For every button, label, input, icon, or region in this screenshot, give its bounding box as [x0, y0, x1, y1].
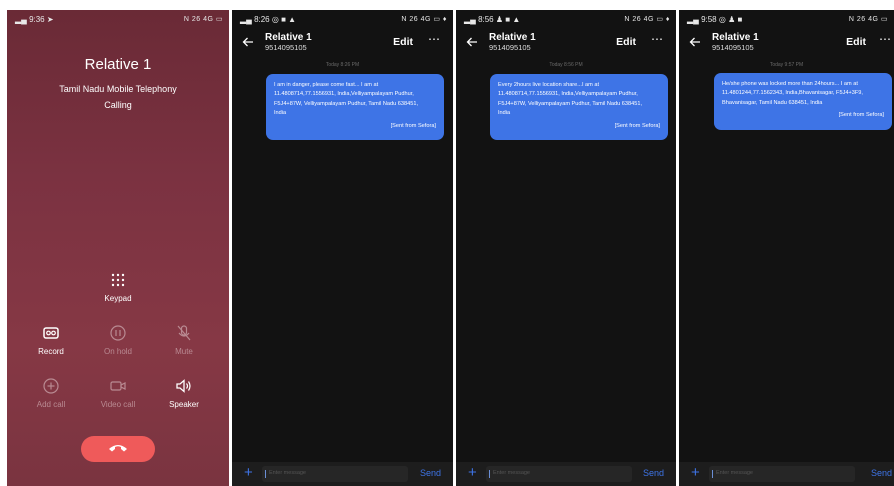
message-timestamp: Today 9:57 PM	[769, 62, 804, 68]
message-input[interactable]: Enter message	[262, 466, 408, 482]
add-call-label: Add call	[36, 400, 66, 409]
keypad-icon	[111, 273, 125, 287]
input-bar: + Enter message Send	[679, 462, 894, 486]
message-signature: [Sent from Sefora]	[838, 112, 884, 119]
edit-button[interactable]: Edit	[616, 36, 636, 48]
plus-icon[interactable]: +	[244, 464, 253, 481]
message-timestamp: Today 8:56 PM	[549, 62, 583, 68]
more-options-button[interactable]: ⋯	[651, 32, 664, 46]
record-icon	[43, 327, 59, 339]
chat-screen-1: ▂▄ 8:26 ◎ ■ ▲ N 26 4G ▭ ♦ Relative 1 951…	[232, 10, 453, 486]
back-arrow-icon[interactable]	[689, 36, 701, 48]
signal-icon: ▂▄	[464, 14, 476, 24]
text-cursor	[265, 470, 266, 478]
mute-label: Mute	[175, 347, 193, 356]
contact-number: 9514095105	[489, 43, 531, 52]
record-label: Record	[38, 347, 64, 356]
text-cursor	[489, 470, 490, 478]
status-time: 9:36	[29, 14, 45, 24]
message-bubble[interactable]: Every 2hours live location share...I am …	[490, 74, 668, 140]
contact-number: 9514095105	[265, 43, 307, 52]
status-bar: ▂▄ 9:58 ◎ ♟ ■ N 26 4G ▭	[687, 14, 888, 24]
back-arrow-icon[interactable]	[466, 36, 478, 48]
call-status: Calling	[104, 100, 132, 110]
status-time: 8:56	[478, 14, 494, 24]
contact-number: 9514095105	[712, 43, 754, 52]
message-text: Every 2hours live location share...I am …	[498, 82, 643, 117]
message-input[interactable]: Enter message	[486, 466, 632, 482]
send-button[interactable]: Send	[871, 468, 892, 478]
message-text: He/she phone was locked more than 24hour…	[722, 81, 863, 106]
status-time: 9:58	[701, 14, 717, 24]
hold-button[interactable]: On hold	[88, 325, 148, 356]
message-timestamp: Today 8:26 PM	[325, 62, 360, 68]
video-call-label: Video call	[100, 400, 136, 409]
contact-name: Relative 1	[265, 32, 312, 43]
add-call-icon	[43, 378, 59, 394]
contact-name: Relative 1	[712, 32, 759, 43]
send-button[interactable]: Send	[643, 468, 664, 478]
location-arrow-icon: ➤	[46, 14, 54, 24]
message-signature: [Sent from Sefora]	[614, 122, 660, 129]
caller-name: Relative 1	[84, 56, 152, 73]
status-time: 8:26	[254, 14, 270, 24]
more-options-button[interactable]: ⋯	[879, 32, 892, 46]
call-screen: ▂▄ 9:36 ➤ N 26 4G ▭ Relative 1 Tamil Nad…	[7, 10, 229, 486]
input-bar: + Enter message Send	[456, 462, 676, 486]
chat-screen-3: ▂▄ 9:58 ◎ ♟ ■ N 26 4G ▭ Relative 1 95140…	[679, 10, 894, 486]
status-icons: N 26 4G ▭	[183, 16, 223, 23]
hangup-icon	[109, 445, 127, 452]
chat-header: Relative 1 9514095105 Edit ⋯	[232, 30, 453, 58]
status-bar: ▂▄ 8:26 ◎ ■ ▲ N 26 4G ▭ ♦	[240, 14, 447, 24]
chat-screen-2: ▂▄ 8:56 ♟ ■ ▲ N 26 4G ▭ ♦ Relative 1 951…	[456, 10, 676, 486]
chat-header: Relative 1 9514095105 Edit ⋯	[456, 30, 676, 58]
signal-icon: ▂▄	[687, 14, 699, 24]
speaker-label: Speaker	[169, 400, 199, 409]
edit-button[interactable]: Edit	[393, 36, 413, 48]
input-bar: + Enter message Send	[232, 462, 453, 486]
plus-icon[interactable]: +	[468, 464, 477, 481]
record-button[interactable]: Record	[21, 325, 81, 356]
input-placeholder: Enter message	[493, 470, 530, 476]
mute-button[interactable]: Mute	[154, 325, 214, 356]
keypad-label: Keypad	[104, 294, 132, 303]
hold-label: On hold	[103, 347, 133, 356]
more-options-button[interactable]: ⋯	[428, 32, 441, 46]
signal-icon: ▂▄	[15, 14, 27, 24]
mute-icon	[177, 325, 191, 341]
plus-icon[interactable]: +	[691, 464, 700, 481]
input-placeholder: Enter message	[269, 470, 306, 476]
status-icons: N 26 4G ▭	[848, 16, 888, 23]
status-bar: ▂▄ 8:56 ♟ ■ ▲ N 26 4G ▭ ♦	[464, 14, 670, 24]
speaker-button[interactable]: Speaker	[154, 378, 214, 409]
text-cursor	[712, 470, 713, 478]
message-bubble[interactable]: He/she phone was locked more than 24hour…	[714, 73, 892, 130]
status-icons: N 26 4G ▭ ♦	[401, 16, 447, 23]
edit-button[interactable]: Edit	[846, 36, 866, 48]
message-signature: [Sent from Sefora]	[390, 122, 436, 129]
status-bar: ▂▄ 9:36 ➤ N 26 4G ▭	[15, 13, 223, 25]
video-call-button[interactable]: Video call	[88, 378, 148, 409]
input-placeholder: Enter message	[716, 470, 753, 476]
video-call-icon	[110, 381, 126, 391]
message-text: I am in danger, please come fast... I am…	[274, 82, 419, 117]
chat-header: Relative 1 9514095105 Edit ⋯	[679, 30, 894, 58]
message-input[interactable]: Enter message	[709, 466, 855, 482]
message-bubble[interactable]: I am in danger, please come fast... I am…	[266, 74, 444, 140]
send-button[interactable]: Send	[420, 468, 441, 478]
speaker-icon	[176, 379, 191, 393]
back-arrow-icon[interactable]	[242, 36, 254, 48]
carrier-label: Tamil Nadu Mobile Telephony	[59, 84, 177, 94]
contact-name: Relative 1	[489, 32, 536, 43]
signal-icon: ▂▄	[240, 14, 252, 24]
hold-icon	[110, 325, 126, 341]
keypad-button[interactable]: Keypad	[88, 272, 148, 303]
hangup-button[interactable]	[81, 436, 155, 462]
status-icons: N 26 4G ▭ ♦	[624, 16, 670, 23]
add-call-button[interactable]: Add call	[21, 378, 81, 409]
